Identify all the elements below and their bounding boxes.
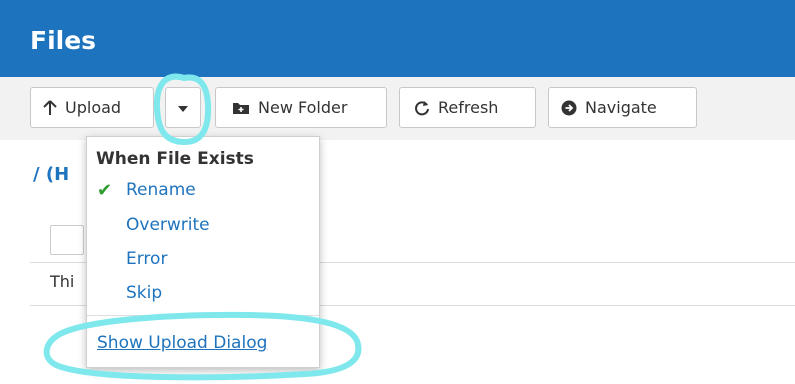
refresh-button-label: Refresh	[438, 98, 499, 117]
menu-item-rename[interactable]: Rename	[126, 180, 196, 200]
new-folder-button-label: New Folder	[258, 98, 348, 117]
navigate-button[interactable]: Navigate	[548, 87, 697, 128]
upload-button-label: Upload	[65, 98, 122, 117]
breadcrumb[interactable]: / (H	[33, 164, 69, 185]
show-upload-dialog-link[interactable]: Show Upload Dialog	[97, 333, 267, 353]
refresh-icon	[414, 100, 430, 116]
menu-item-error[interactable]: Error	[126, 249, 167, 269]
refresh-button[interactable]: Refresh	[399, 87, 536, 128]
upload-options-menu: When File Exists ✔ Rename Overwrite Erro…	[86, 136, 320, 368]
new-folder-button[interactable]: New Folder	[215, 87, 387, 128]
menu-divider	[87, 315, 319, 316]
app-header: Files	[0, 0, 795, 77]
table-row-text: Thi	[50, 272, 75, 291]
upload-options-dropdown-button[interactable]	[165, 87, 201, 128]
menu-item-overwrite[interactable]: Overwrite	[126, 215, 210, 235]
menu-item-skip[interactable]: Skip	[126, 283, 162, 303]
checkmark-icon: ✔	[97, 180, 113, 201]
page-title: Files	[30, 26, 97, 55]
folder-plus-icon	[232, 101, 250, 115]
arrow-circle-right-icon	[561, 100, 577, 116]
menu-heading: When File Exists	[96, 149, 254, 169]
arrow-up-icon	[43, 99, 57, 116]
select-all-checkbox[interactable]	[50, 225, 84, 255]
upload-button[interactable]: Upload	[30, 87, 154, 128]
caret-down-icon	[177, 98, 189, 117]
navigate-button-label: Navigate	[585, 98, 657, 117]
